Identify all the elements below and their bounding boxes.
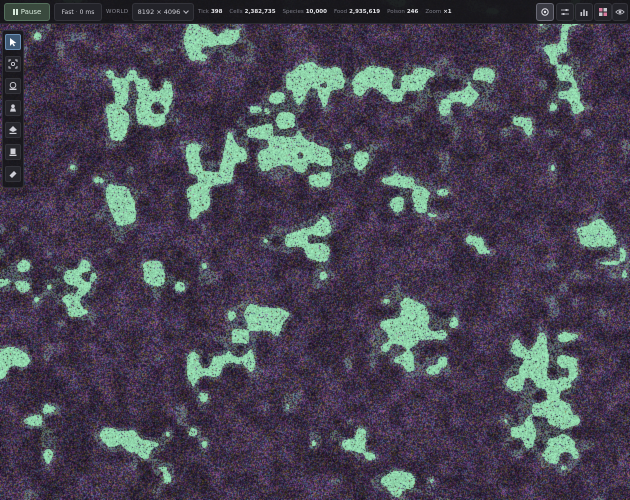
settings-button[interactable] (536, 3, 554, 21)
app-root: Pause Fast · 0 ms WORLD 8192 × 4096 Tick… (0, 0, 630, 500)
sliders-button[interactable] (556, 3, 574, 21)
world-size-select[interactable]: 8192 × 4096 (132, 3, 194, 21)
stat-food: Food 2,935,619 (333, 9, 381, 15)
stats-bar: Tick 398 Cells 2,382,735 Species 10,000 Foo… (198, 0, 452, 24)
bar-chart-icon (580, 9, 588, 16)
world-size-value: 8192 × 4096 (137, 8, 181, 16)
world-canvas[interactable] (0, 0, 630, 500)
tool-spawn[interactable] (5, 78, 21, 94)
visibility-button[interactable] (612, 3, 628, 21)
place-poison-icon (9, 126, 17, 134)
speed-separator: · (75, 8, 78, 16)
pause-icon (12, 9, 18, 15)
tool-poison[interactable] (5, 122, 21, 138)
speed-value: 0 ms (79, 8, 95, 16)
stat-poison: Poison 246 (387, 9, 419, 15)
focus-target-icon (8, 59, 18, 69)
chevron-down-icon (183, 8, 190, 14)
tool-eraser[interactable] (5, 166, 21, 182)
grid-icon (599, 8, 607, 16)
sliders-icon (561, 9, 569, 15)
eye-icon (615, 9, 625, 15)
pause-label: Pause (20, 8, 42, 16)
pause-button[interactable]: Pause (4, 3, 50, 21)
eraser-icon (9, 171, 17, 178)
grid-button[interactable] (594, 3, 612, 21)
tool-wall[interactable] (5, 144, 21, 160)
place-food-icon (10, 104, 16, 112)
stat-zoom: Zoom ×1 (425, 9, 452, 15)
stat-cells: Cells 2,382,735 (229, 9, 276, 15)
world-label: WORLD (106, 9, 129, 15)
tool-food[interactable] (5, 100, 21, 116)
speed-label: Fast (61, 8, 74, 16)
tool-select[interactable] (5, 34, 21, 50)
tool-focus[interactable] (5, 56, 21, 72)
cursor-arrow-icon (10, 38, 17, 47)
stat-tick: Tick 398 (198, 9, 223, 15)
spawn-cell-icon (9, 81, 17, 90)
tool-panel (2, 30, 24, 188)
stat-species: Species 10,000 (282, 9, 327, 15)
top-bar: Pause Fast · 0 ms WORLD 8192 × 4096 Tick… (0, 0, 630, 24)
speed-select[interactable]: Fast · 0 ms (54, 3, 102, 21)
stats-chart-button[interactable] (575, 3, 593, 21)
settings-icon (541, 8, 549, 16)
wall-icon (9, 148, 17, 156)
